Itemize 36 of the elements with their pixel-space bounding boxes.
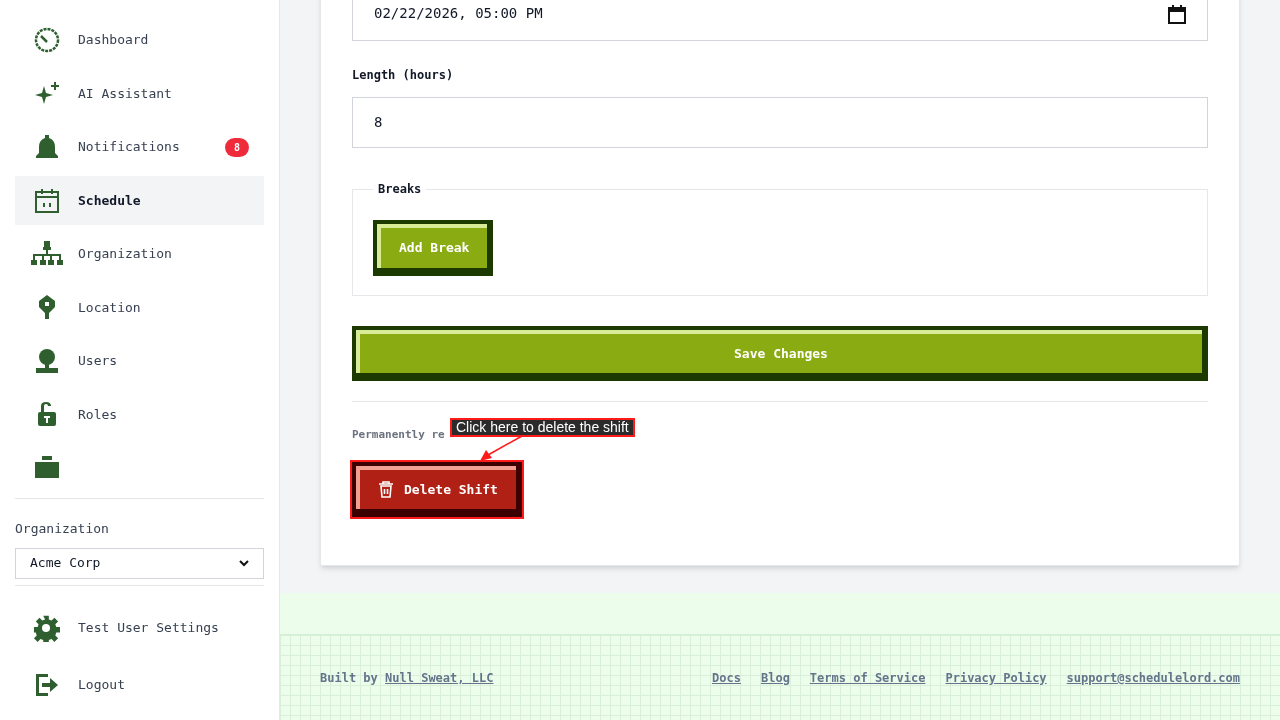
calendar-icon[interactable] [1168, 5, 1186, 24]
nav-item[interactable]: Schedule [15, 176, 264, 225]
user-icon [33, 346, 61, 375]
footer-link[interactable]: support@schedulelord.com [1066, 668, 1240, 687]
company-link[interactable]: Null Sweat, LLC [385, 670, 494, 685]
footer-link[interactable]: Blog [760, 668, 790, 687]
nav-item[interactable]: Location [15, 283, 264, 332]
nav-item[interactable]: Users [15, 336, 264, 386]
trash-icon [378, 480, 394, 498]
footer-link[interactable]: Docs [712, 668, 741, 687]
notification-count: 8 [224, 137, 249, 157]
delete-shift-button[interactable]: Delete Shift [352, 461, 522, 517]
nav-item[interactable]: Notifications 8 [15, 122, 264, 172]
settings-icon [33, 613, 61, 642]
length-field[interactable]: 8 [352, 97, 1208, 148]
field-label: Organization [15, 520, 110, 538]
nav-item[interactable]: Organization [15, 229, 264, 279]
breaks-legend: Breaks [373, 180, 427, 198]
datetime-field[interactable]: 02/22/2026, 05:00 PM [352, 0, 1208, 41]
footer-link[interactable]: Privacy Policy [945, 668, 1047, 687]
delete-description: Permanently re [352, 427, 445, 443]
gauge-icon [33, 26, 61, 55]
annotation-callout: Click here to delete the shift [450, 417, 635, 437]
footer-credit: Built by Null Sweat, LLC [320, 669, 494, 687]
org-chart-icon [30, 239, 64, 268]
organization-select[interactable]: Acme Corp [15, 547, 264, 579]
field-label: Length (hours) [352, 67, 455, 84]
calendar-icon [33, 186, 61, 215]
nav-item[interactable]: Logout [15, 658, 264, 711]
nav-item[interactable]: Roles [15, 390, 264, 439]
nav-item[interactable]: Test User Settings [15, 601, 264, 654]
nav-item[interactable]: AI Assistant [15, 69, 264, 118]
footer-link[interactable]: Terms of Service [809, 668, 926, 687]
nav-item[interactable]: Dashboard [15, 16, 264, 65]
annotation-arrow [478, 434, 524, 463]
chevron-down-icon [239, 559, 249, 567]
